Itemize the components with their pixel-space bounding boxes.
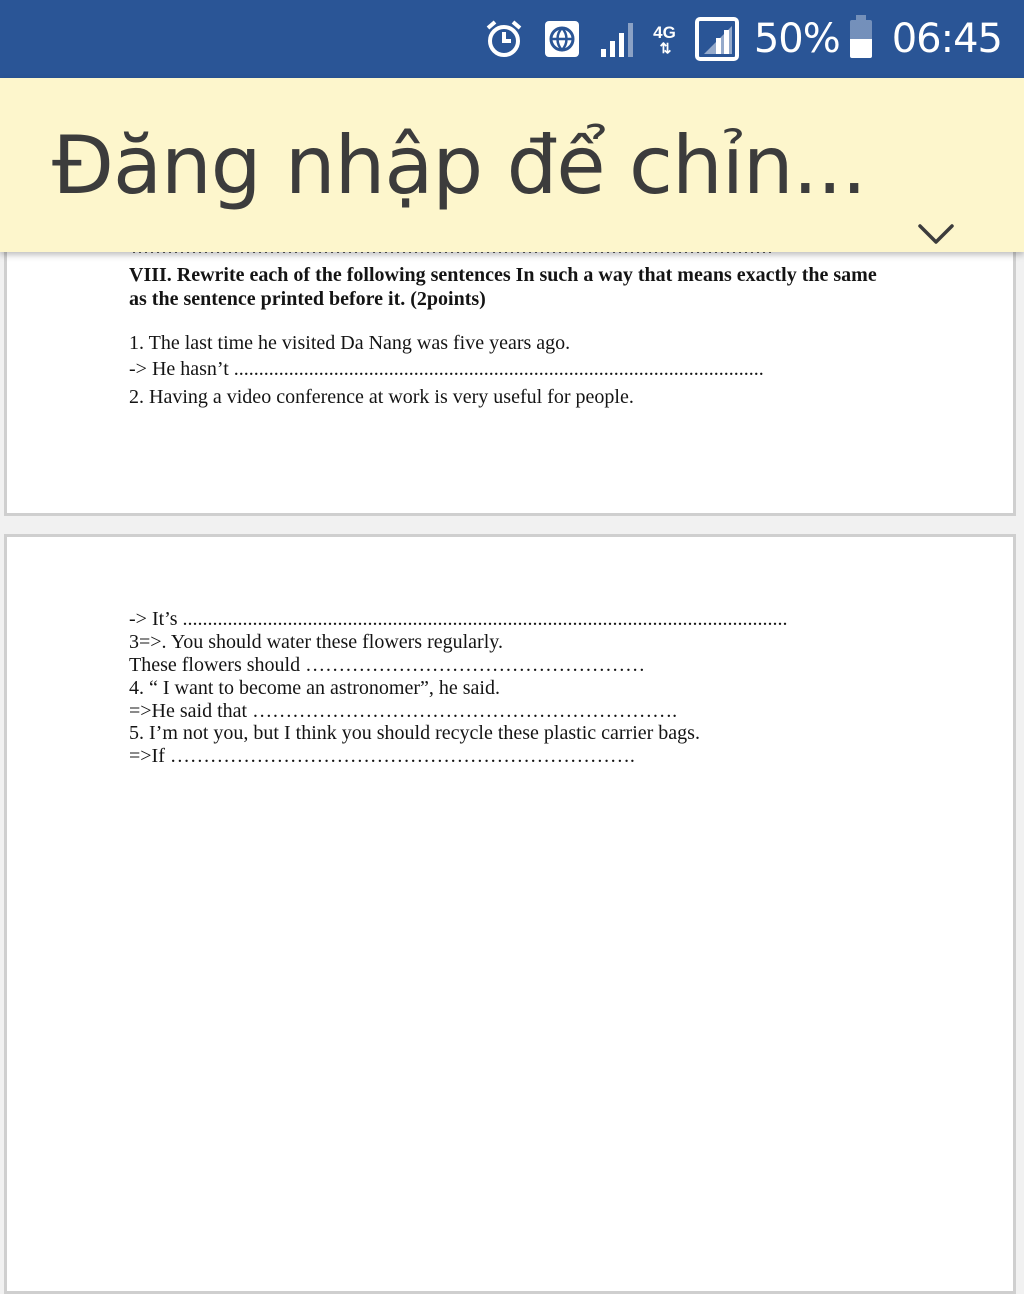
question-2: 2. Having a video conference at work is … xyxy=(129,386,634,408)
login-banner-title[interactable]: Đăng nhập để chỉn... xyxy=(52,122,867,210)
clock-time: 06:45 xyxy=(891,16,1003,62)
question-3: 3=>. You should water these flowers regu… xyxy=(129,631,503,653)
section-heading-line1: VIII. Rewrite each of the following sent… xyxy=(129,264,877,286)
signal-box-icon xyxy=(694,16,740,62)
signal-icon xyxy=(599,19,639,59)
answer-1: -> He hasn’t ...........................… xyxy=(129,358,764,380)
answer-4: =>He said that ………………………………………………………. xyxy=(129,700,678,722)
battery-percent: 50% xyxy=(753,16,841,62)
question-4: 4. “ I want to become an astronomer”, he… xyxy=(129,677,500,699)
answer-3: These flowers should …………………………………………… xyxy=(129,654,646,676)
login-banner[interactable]: Đăng nhập để chỉn... xyxy=(0,78,1024,252)
question-1: 1. The last time he visited Da Nang was … xyxy=(129,332,571,354)
answer-5: =>If ……………………………………………………………. xyxy=(129,745,635,767)
data-arrows-icon: ⇅ xyxy=(659,39,672,56)
status-bar: 4G ⇅ 50% 06:45 xyxy=(0,0,1024,78)
alarm-icon xyxy=(483,18,525,60)
vpn-globe-icon xyxy=(543,19,581,59)
section-heading-line2: as the sentence printed before it. (2poi… xyxy=(129,288,486,310)
document-page-2: -> It’s ................................… xyxy=(4,534,1016,1294)
chevron-down-icon[interactable] xyxy=(916,214,956,254)
battery-icon xyxy=(849,15,872,58)
answer-2: -> It’s ................................… xyxy=(129,608,788,630)
network-type-label: 4G xyxy=(653,22,676,42)
network-4g-icon: 4G ⇅ xyxy=(653,24,676,55)
question-5: 5. I’m not you, but I think you should r… xyxy=(129,722,700,744)
